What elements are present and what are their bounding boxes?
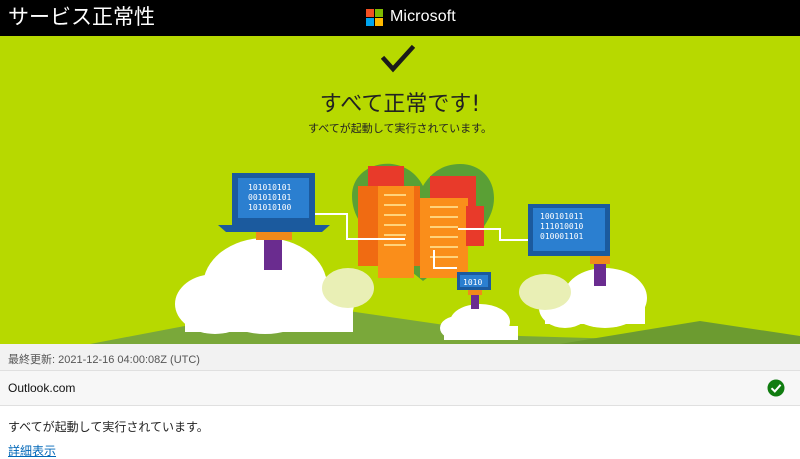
service-status-text: すべてが起動して実行されています。: [8, 420, 209, 434]
microsoft-brand: Microsoft: [366, 6, 456, 28]
monitor-right-pole: [594, 264, 606, 286]
brand-name: Microsoft: [390, 8, 456, 25]
cloud-right-back: [519, 274, 571, 310]
laptop-left-pole: [264, 240, 282, 270]
building-right: [466, 206, 484, 246]
small-device-pole: [471, 295, 479, 309]
monitor-right-code-1: 100101011: [540, 212, 584, 221]
check-circle-icon: [767, 379, 785, 397]
cloud-left-back: [322, 268, 374, 308]
monitor-right-code-2: 111010010: [540, 222, 584, 231]
cloud-small: [440, 304, 518, 340]
top-bar: サービス正常性 Microsoft: [0, 0, 800, 36]
monitor-right-stand: [590, 256, 610, 264]
microsoft-logo-icon: [366, 8, 383, 26]
checkmark-icon: [381, 44, 415, 73]
service-illustration: 101010101 001010101 101010100 100101011 …: [90, 163, 800, 344]
status-subline: すべてが起動して実行されています。: [307, 122, 493, 135]
service-row-outlook[interactable]: Outlook.com: [0, 371, 800, 406]
last-updated-bar: 最終更新: 2021-12-16 04:00:08Z (UTC): [0, 344, 800, 371]
laptop-left-code-1: 101010101: [248, 183, 292, 192]
small-device-code: 1010: [463, 278, 482, 287]
service-name: Outlook.com: [8, 381, 76, 395]
laptop-left-stand: [256, 232, 292, 240]
status-hero: 101010101 001010101 101010100 100101011 …: [0, 36, 800, 344]
details-link[interactable]: 詳細表示: [8, 442, 56, 459]
laptop-left-code-3: 101010100: [248, 203, 292, 212]
last-updated-text: 最終更新: 2021-12-16 04:00:08Z (UTC): [8, 354, 200, 366]
page-title: サービス正常性: [8, 5, 155, 29]
server-tower-mid: [378, 186, 414, 278]
monitor-right-code-3: 010001101: [540, 232, 584, 241]
status-headline: すべて正常です!: [319, 92, 481, 117]
laptop-left-code-2: 001010101: [248, 193, 292, 202]
laptop-left-base: [218, 225, 330, 232]
